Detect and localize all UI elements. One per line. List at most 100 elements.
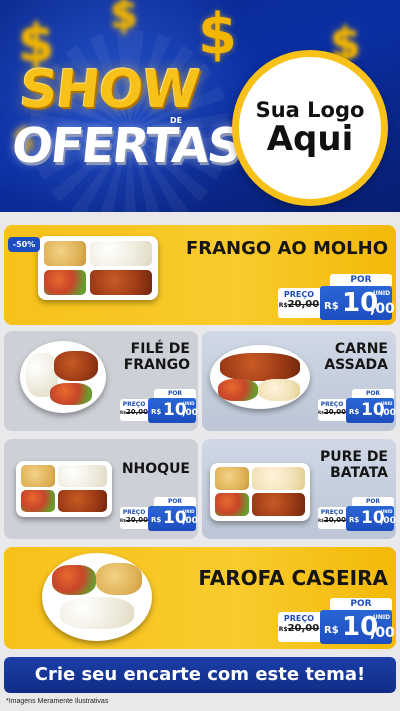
- new-price: R$ 10 ,00 UNID: [320, 286, 395, 320]
- preco-label: PREÇO: [283, 290, 315, 299]
- product-name: FILÉ DE FRANGO: [124, 341, 190, 373]
- product-card-farofa-caseira[interactable]: FAROFA CASEIRA POR PREÇO R$20,00 R$ 10 ,…: [4, 547, 396, 649]
- price-decimal: ,00: [380, 516, 396, 526]
- logo-ofertas-text: OFERTAS: [9, 118, 243, 174]
- product-name-line1: CARNE: [334, 341, 388, 357]
- old-price: PREÇO R$20,00: [120, 399, 148, 421]
- new-price: R$ 10 ,00 UNID: [346, 506, 396, 531]
- cta-banner[interactable]: Crie seu encarte com este tema!: [4, 657, 396, 693]
- disclaimer-text: *Imagens Meramente Ilustrativas: [6, 698, 109, 705]
- unit-label: UNID: [183, 509, 195, 514]
- por-label: POR: [330, 274, 392, 286]
- product-name-line1: PURE DE: [319, 449, 388, 465]
- new-price: R$ 10 ,00 UNID: [148, 506, 198, 531]
- show-de-ofertas-logo: SHOW DE OFERTAS: [9, 60, 243, 190]
- unit-label: UNID: [373, 614, 391, 621]
- price-tag: POR PREÇO R$20,00 R$ 10 ,00 UNID: [318, 497, 396, 533]
- preco-label: PREÇO: [320, 509, 344, 516]
- price-decimal: ,00: [380, 408, 396, 418]
- price-tag: POR PREÇO R$20,00 R$ 10 ,00 UNID: [278, 274, 395, 322]
- product-card-nhoque[interactable]: NHOQUE POR PREÇO R$20,00 R$ 10 ,00 UNID: [4, 439, 198, 539]
- tray-chicken: [90, 270, 152, 295]
- tray-salad: [215, 493, 249, 516]
- plate-chicken: [54, 351, 98, 381]
- tray-rice: [90, 241, 152, 266]
- bowl-rice: [60, 597, 134, 629]
- currency: R$: [151, 408, 162, 416]
- preco-label: PREÇO: [320, 401, 344, 408]
- product-card-file-de-frango[interactable]: FILÉ DE FRANGO POR PREÇO R$20,00 R$ 10 ,…: [4, 331, 198, 431]
- por-label: POR: [154, 497, 196, 506]
- currency: R$: [151, 516, 162, 524]
- tray-farofa: [21, 465, 55, 487]
- product-name-line2: BATATA: [330, 465, 388, 482]
- food-plate-image: [20, 341, 106, 413]
- food-tray-image: [210, 463, 310, 521]
- price-tag: POR PREÇO R$20,00 R$ 10 ,00 UNID: [318, 389, 396, 425]
- new-price: R$ 10 ,00 UNID: [148, 398, 198, 423]
- por-label: POR: [330, 598, 392, 610]
- product-card-pure-de-batata[interactable]: PURE DE BATATA POR PREÇO R$20,00 R$ 10 ,…: [202, 439, 396, 539]
- dollar-sign-icon: $: [198, 2, 237, 67]
- plate-vegetables: [218, 379, 258, 401]
- price-tag: POR PREÇO R$20,00 R$ 10 ,00 UNID: [278, 598, 395, 646]
- food-tray-image: [38, 236, 158, 300]
- new-price: R$ 10 ,00 UNID: [346, 398, 396, 423]
- old-price-value: 20,00: [323, 516, 347, 524]
- product-name: FAROFA CASEIRA: [198, 566, 388, 590]
- tray-farofa: [44, 241, 86, 266]
- tray-rice: [58, 465, 107, 487]
- old-price-value: 20,00: [287, 299, 320, 310]
- product-name: PURE DE BATATA: [320, 449, 388, 481]
- product-card-carne-assada[interactable]: CARNE ASSADA POR PREÇO R$20,00 R$ 10 ,00…: [202, 331, 396, 431]
- old-price: PREÇO R$20,00: [278, 612, 320, 642]
- bowl-farofa: [96, 563, 142, 595]
- tray-mashed-potato: [252, 467, 305, 490]
- price-decimal: ,00: [370, 301, 395, 317]
- currency: R$: [349, 408, 360, 416]
- currency: R$: [324, 625, 339, 636]
- logo-placeholder-line2: Aqui: [266, 119, 354, 160]
- plate-sauce: [50, 383, 92, 405]
- preco-label: PREÇO: [122, 401, 146, 408]
- price-decimal: ,00: [182, 408, 198, 418]
- old-price: PREÇO R$20,00: [120, 507, 148, 529]
- product-card-frango-ao-molho[interactable]: FRANGO AO MOLHO POR PREÇO R$20,00 R$ 10 …: [4, 225, 396, 325]
- discount-badge: -50%: [8, 237, 40, 252]
- price-tag: POR PREÇO R$20,00 R$ 10 ,00 UNID: [120, 389, 198, 425]
- old-price: PREÇO R$20,00: [318, 507, 346, 529]
- header-banner: $ $ $ $ $ SHOW DE OFERTAS Sua Logo Aqui: [0, 0, 400, 212]
- unit-label: UNID: [183, 401, 195, 406]
- tray-gnocchi: [58, 490, 107, 512]
- product-name-line1: FILÉ DE: [130, 341, 190, 357]
- por-label: POR: [352, 497, 394, 506]
- logo-placeholder-circle[interactable]: Sua Logo Aqui: [232, 50, 388, 206]
- new-price: R$ 10 ,00 UNID: [320, 610, 395, 644]
- food-plate-image: [210, 345, 310, 409]
- plate-beef: [220, 353, 300, 381]
- currency: R$: [324, 301, 339, 312]
- price-tag: POR PREÇO R$20,00 R$ 10 ,00 UNID: [120, 497, 198, 533]
- preco-label: PREÇO: [122, 509, 146, 516]
- old-price: PREÇO R$20,00: [318, 399, 346, 421]
- tray-meat: [252, 493, 305, 516]
- tray-salad: [44, 270, 86, 295]
- price-decimal: ,00: [370, 625, 395, 641]
- old-currency: R$: [278, 626, 288, 633]
- food-bowl-image: [42, 553, 152, 641]
- old-currency: R$: [278, 302, 288, 309]
- unit-label: UNID: [373, 290, 391, 297]
- unit-label: UNID: [381, 509, 393, 514]
- old-price-value: 20,00: [287, 623, 320, 634]
- dollar-sign-icon: $: [110, 0, 138, 38]
- logo-show-text: SHOW: [16, 60, 202, 120]
- old-price-value: 20,00: [323, 408, 347, 416]
- old-price: PREÇO R$20,00: [278, 288, 320, 318]
- unit-label: UNID: [381, 401, 393, 406]
- product-name-line2: ASSADA: [324, 357, 388, 374]
- product-name: FRANGO AO MOLHO: [185, 238, 388, 259]
- price-decimal: ,00: [182, 516, 198, 526]
- currency: R$: [349, 516, 360, 524]
- food-tray-image: [16, 461, 112, 517]
- preco-label: PREÇO: [283, 614, 315, 623]
